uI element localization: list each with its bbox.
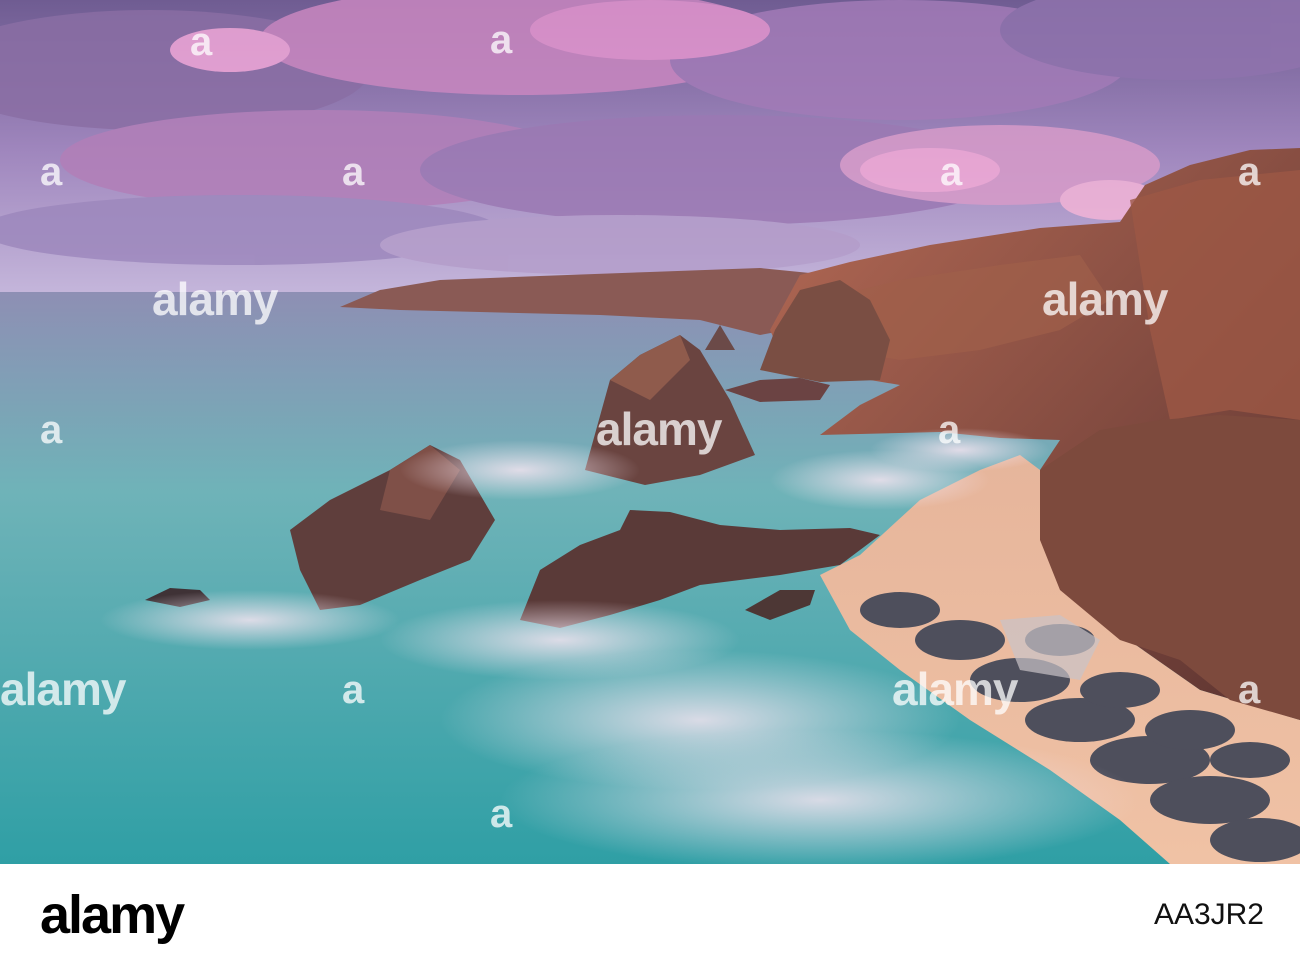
image-id: AA3JR2 (1153, 898, 1264, 931)
alamy-logo: alamy (40, 885, 185, 945)
footer-bar: alamy AA3JR2 (0, 864, 1300, 954)
photo-area: alamy alamy alamy alamy alamy a a a a a … (0, 0, 1300, 864)
